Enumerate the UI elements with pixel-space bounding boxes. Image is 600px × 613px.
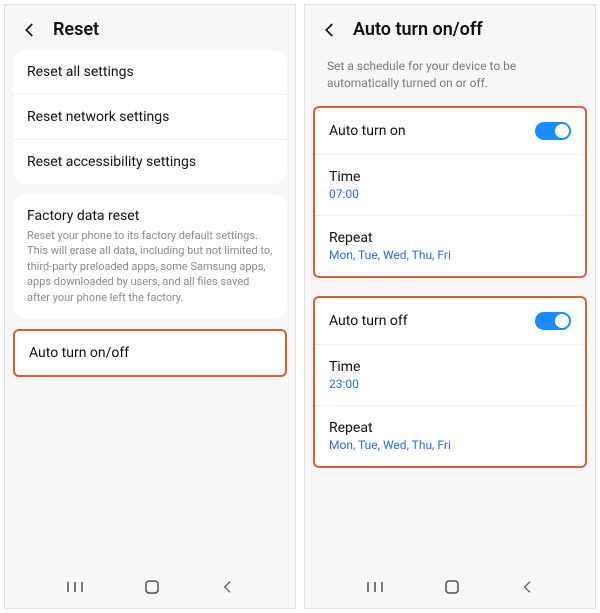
auto-turn-off-card-highlighted: Auto turn off Time 23:00 Repeat Mon, Tue… [313,296,587,468]
navigation-bar [5,566,295,608]
recents-button[interactable] [365,580,385,594]
auto-turn-off-row[interactable]: Auto turn off [315,298,585,345]
page-title: Reset [53,19,99,40]
factory-data-reset[interactable]: Factory data reset Reset your phone to i… [13,194,287,319]
row-label: Reset all settings [27,64,273,80]
back-icon[interactable] [321,21,339,39]
row-value: 23:00 [329,377,571,391]
row-value: 07:00 [329,187,571,201]
row-label: Factory data reset [27,208,273,224]
auto-turn-on-toggle[interactable] [535,122,571,140]
row-label: Repeat [329,420,571,436]
reset-network-settings[interactable]: Reset network settings [13,95,287,140]
content-area: Set a schedule for your device to be aut… [305,50,595,566]
row-value: Mon, Tue, Wed, Thu, Fri [329,438,571,452]
back-icon[interactable] [21,21,39,39]
header: Auto turn on/off [305,5,595,50]
phone-auto-turn-screen: Auto turn on/off Set a schedule for your… [304,4,596,609]
auto-turn-on-row[interactable]: Auto turn on [315,108,585,155]
auto-on-repeat-row[interactable]: Repeat Mon, Tue, Wed, Thu, Fri [315,216,585,276]
header: Reset [5,5,295,50]
row-value: Mon, Tue, Wed, Thu, Fri [329,248,571,262]
row-label: Auto turn on/off [29,345,271,361]
page-title: Auto turn on/off [353,19,483,40]
navigation-bar [305,566,595,608]
auto-off-repeat-row[interactable]: Repeat Mon, Tue, Wed, Thu, Fri [315,406,585,466]
recents-button[interactable] [65,580,85,594]
reset-all-settings[interactable]: Reset all settings [13,50,287,95]
row-label: Time [329,359,571,375]
auto-turn-on-card-highlighted: Auto turn on Time 07:00 Repeat Mon, Tue,… [313,106,587,278]
home-button[interactable] [144,579,160,595]
phone-reset-screen: Reset Reset all settings Reset network s… [4,4,296,609]
factory-reset-card: Factory data reset Reset your phone to i… [13,194,287,319]
content-area: Reset all settings Reset network setting… [5,50,295,566]
auto-turn-off-toggle[interactable] [535,312,571,330]
row-label: Auto turn off [329,313,408,329]
home-button[interactable] [444,579,460,595]
auto-turn-card-highlighted: Auto turn on/off [13,329,287,377]
auto-off-time-row[interactable]: Time 23:00 [315,345,585,406]
back-button[interactable] [520,579,536,595]
auto-on-time-row[interactable]: Time 07:00 [315,155,585,216]
row-label: Reset accessibility settings [27,154,273,170]
auto-turn-on-off[interactable]: Auto turn on/off [15,331,285,375]
reset-accessibility-settings[interactable]: Reset accessibility settings [13,140,287,184]
row-label: Time [329,169,571,185]
back-button[interactable] [220,579,236,595]
reset-options-card: Reset all settings Reset network setting… [13,50,287,184]
row-label: Repeat [329,230,571,246]
row-label: Auto turn on [329,123,406,139]
row-label: Reset network settings [27,109,273,125]
intro-text: Set a schedule for your device to be aut… [313,50,587,106]
row-description: Reset your phone to its factory default … [27,228,273,305]
